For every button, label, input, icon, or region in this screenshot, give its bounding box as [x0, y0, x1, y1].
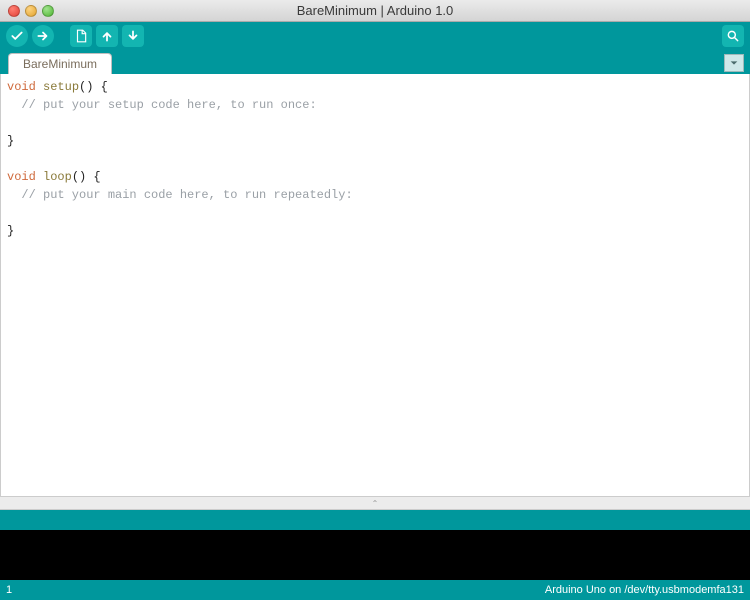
chevron-down-icon [729, 58, 739, 68]
verify-button[interactable] [6, 25, 28, 47]
status-bar: 1 Arduino Uno on /dev/tty.usbmodemfa131 [0, 580, 750, 600]
code-editor[interactable]: void setup() { // put your setup code he… [0, 74, 750, 496]
tab-menu-button[interactable] [724, 54, 744, 72]
console-output [0, 530, 750, 580]
window-titlebar: BareMinimum | Arduino 1.0 [0, 0, 750, 22]
arrow-right-icon [36, 29, 50, 43]
tab-bar: BareMinimum [0, 50, 750, 74]
panel-drag-handle[interactable]: ⌃ [0, 496, 750, 510]
magnifier-icon [726, 29, 740, 43]
line-number: 1 [6, 584, 36, 596]
board-port: Arduino Uno on /dev/tty.usbmodemfa131 [545, 584, 744, 596]
file-icon [74, 29, 88, 43]
window-title: BareMinimum | Arduino 1.0 [0, 3, 750, 18]
zoom-window-button[interactable] [42, 5, 54, 17]
traffic-lights [0, 5, 54, 17]
tab-active[interactable]: BareMinimum [8, 53, 112, 74]
open-sketch-button[interactable] [96, 25, 118, 47]
arrow-down-icon [126, 29, 140, 43]
save-sketch-button[interactable] [122, 25, 144, 47]
minimize-window-button[interactable] [25, 5, 37, 17]
arrow-up-icon [100, 29, 114, 43]
console-header [0, 510, 750, 530]
toolbar [0, 22, 750, 50]
new-sketch-button[interactable] [70, 25, 92, 47]
serial-monitor-button[interactable] [722, 25, 744, 47]
upload-button[interactable] [32, 25, 54, 47]
close-window-button[interactable] [8, 5, 20, 17]
check-icon [10, 29, 24, 43]
